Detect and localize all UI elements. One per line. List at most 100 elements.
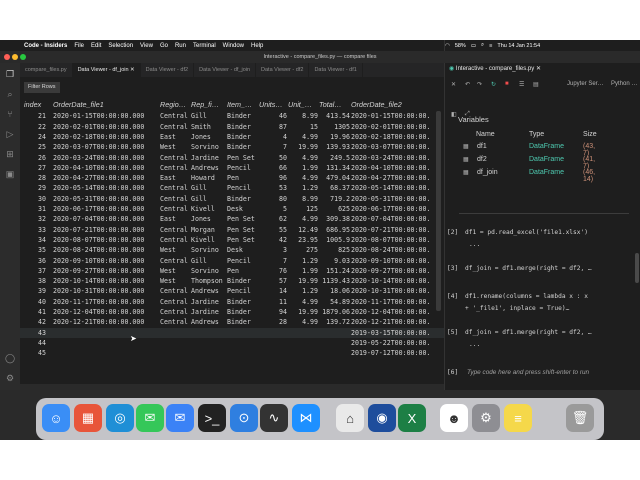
table-row[interactable]: 28 2020-04-27T00:00:00.000 East Howard Pen 96… [20,173,444,183]
table-cell[interactable]: Sorvino [191,142,226,152]
table-cell[interactable]: 19.99 [288,307,318,317]
data-viewer-icon[interactable]: ▦ [463,170,469,176]
source-control-icon[interactable]: ⑂ [5,109,15,119]
cell-code[interactable]: df1.rename(columns = lambda x : x [465,293,588,300]
table-cell[interactable]: 28 [24,173,46,183]
photo-icon[interactable]: ☻ [440,404,468,432]
table-row[interactable]: 29 2020-05-14T00:00:00.000 Central Gill Penc… [20,183,444,193]
table-cell[interactable]: 2020-09-27T00:00:00. [351,266,444,276]
column-header[interactable]: Regio… [160,99,191,111]
table-cell[interactable]: 2020-07-04T00:00:00.000 [53,214,159,224]
table-cell[interactable]: 7 [259,142,287,152]
menu-edit[interactable]: Edit [91,43,101,49]
cell-code[interactable]: df1 = pd.read_excel('file1.xlsx') [465,229,588,236]
remote-explorer-icon[interactable]: ▣ [5,169,15,179]
table-cell[interactable]: 15 [288,122,318,132]
table-cell[interactable]: 2020-10-31T00:00:00. [351,286,444,296]
code-input[interactable]: Type code here and press shift-enter to … [467,369,639,377]
table-row[interactable]: 30 2020-05-31T00:00:00.000 Central Gill Bind… [20,194,444,204]
table-cell[interactable]: 96 [259,173,287,183]
table-cell[interactable]: 87 [259,122,287,132]
excel-icon[interactable]: X [398,404,426,432]
cell-code[interactable]: ... [469,341,480,348]
table-cell[interactable]: 29 [24,183,46,193]
maximize-window-button[interactable] [20,54,26,60]
table-cell[interactable]: 139.93 [319,142,350,152]
table-cell[interactable]: 151.24 [319,266,350,276]
table-row[interactable]: 45 2019-07-12T00:00:00. [20,348,444,358]
table-cell[interactable]: 719.2 [319,194,350,204]
table-cell[interactable]: Binder [227,297,258,307]
extensions-icon[interactable]: ⊞ [5,149,15,159]
table-cell[interactable]: 2020-08-07T00:00:00.000 [53,235,159,245]
table-cell[interactable]: 43 [24,328,46,338]
table-cell[interactable]: 26 [24,153,46,163]
table-cell[interactable]: Gill [191,194,226,204]
safari-icon[interactable]: ⊙ [230,404,258,432]
table-cell[interactable]: 4.99 [288,173,318,183]
table-cell[interactable]: 2020-10-14T00:00:00. [351,276,444,286]
preview-icon[interactable]: ⌂ [336,404,364,432]
table-cell[interactable]: 94 [259,307,287,317]
wifi-icon[interactable]: ◠ [445,43,450,49]
table-cell[interactable]: East [160,214,191,224]
table-cell[interactable]: 625 [319,204,350,214]
table-cell[interactable]: 25 [24,142,46,152]
table-row[interactable]: 21 2020-01-15T00:00:00.000 Central Gill Bind… [20,111,444,121]
battery-level[interactable]: 58% [455,43,466,49]
data-grid[interactable]: index OrderDate_file1 Regio… Rep_fi… Item_… U… [20,99,444,384]
table-cell[interactable]: 4.99 [288,214,318,224]
table-cell[interactable]: 2020-10-31T00:00:00.000 [53,286,159,296]
table-row[interactable]: 32 2020-07-04T00:00:00.000 East Jones Pen Se… [20,214,444,224]
menu-window[interactable]: Window [223,43,244,49]
table-cell[interactable]: 1005.9 [319,235,350,245]
table-cell[interactable]: 1.29 [288,286,318,296]
export-icon[interactable]: ◧ [451,111,457,118]
table-cell[interactable]: 31 [24,204,46,214]
table-cell[interactable]: Andrews [191,317,226,327]
table-cell[interactable]: 125 [288,204,318,214]
table-cell[interactable]: 2020-12-04T00:00:00.000 [53,307,159,317]
var-header-size[interactable]: Size [583,131,597,138]
table-cell[interactable]: 2020-11-17T00:00:00.000 [53,297,159,307]
table-cell[interactable]: Binder [227,122,258,132]
table-cell[interactable]: 8.99 [288,194,318,204]
menu-terminal[interactable]: Terminal [193,43,216,49]
table-cell[interactable]: 37 [24,266,46,276]
mail-icon[interactable]: ✉ [166,404,194,432]
table-cell[interactable]: Central [160,111,191,121]
table-row[interactable]: 31 2020-06-17T00:00:00.000 Central Kivell De… [20,204,444,214]
restart-kernel-icon[interactable]: ↻ [491,81,496,88]
table-cell[interactable]: 21 [24,111,46,121]
variables-icon[interactable]: ☰ [519,81,524,88]
kernel-server-label[interactable]: Jupyter Ser… [567,81,604,87]
table-cell[interactable]: 42 [259,235,287,245]
panel-scrollbar[interactable] [635,253,639,283]
table-cell[interactable]: 4.99 [288,297,318,307]
table-cell[interactable]: 76 [259,266,287,276]
table-cell[interactable]: Central [160,153,191,163]
variable-row[interactable]: ▦ df_join DataFrame (46, 14) [463,169,595,183]
table-cell[interactable]: Pencil [227,183,258,193]
table-cell[interactable]: 38 [24,276,46,286]
table-cell[interactable]: West [160,276,191,286]
table-row[interactable]: 38 2020-10-14T00:00:00.000 West Thompson Bin… [20,276,444,286]
table-cell[interactable]: 2020-04-10T00:00:00.000 [53,163,159,173]
table-cell[interactable]: 62 [259,214,287,224]
table-cell[interactable]: 1879.06 [319,307,350,317]
variable-row[interactable]: ▦ df2 DataFrame (41, 7) [463,156,595,170]
table-cell[interactable]: Pen [227,173,258,183]
search-icon[interactable]: ⌕ [5,89,15,99]
table-cell[interactable]: 2020-01-15T00:00:00. [351,111,444,121]
interactive-tab[interactable]: ◉ Interactive - compare_files.py ✕ [449,65,541,72]
table-cell[interactable]: 27 [24,163,46,173]
table-cell[interactable]: 2020-09-10T00:00:00. [351,256,444,266]
tab-data-viewer-df2[interactable]: Data Viewer - df2 [141,63,195,77]
table-cell[interactable]: 40 [24,297,46,307]
search-icon[interactable]: ⌕ [481,42,484,49]
table-cell[interactable]: 2020-02-18T00:00:00. [351,132,444,142]
table-cell[interactable]: 8.99 [288,111,318,121]
table-cell[interactable]: 2019-05-22T00:00:00. [351,338,444,348]
table-cell[interactable]: 2020-06-17T00:00:00. [351,204,444,214]
table-cell[interactable]: 42 [24,317,46,327]
